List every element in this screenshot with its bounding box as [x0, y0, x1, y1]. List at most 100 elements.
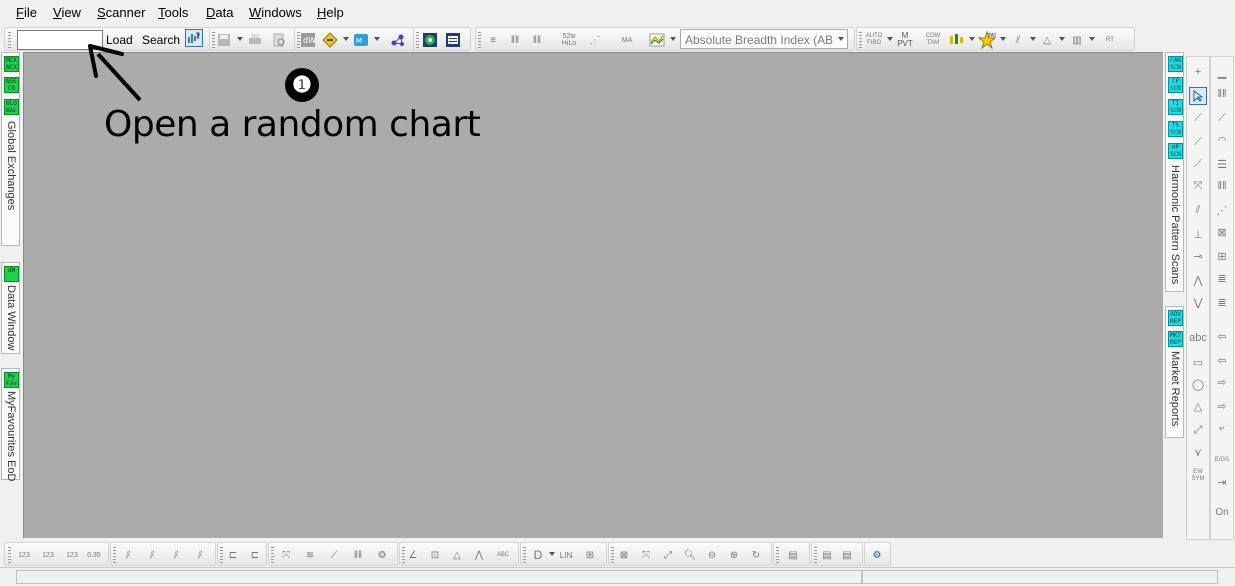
fan-icon[interactable]: ⋀	[1189, 271, 1207, 289]
toolbar-grip[interactable]	[8, 32, 11, 48]
data-window-icon[interactable]: dW	[299, 31, 317, 49]
channel-d-icon[interactable]: ⫽	[191, 546, 209, 564]
refresh-icon[interactable]: ↻	[747, 546, 765, 564]
channel-icon[interactable]: ⫽	[1009, 31, 1027, 49]
fan-2-icon[interactable]: ⋁	[1189, 293, 1207, 311]
wave-123-a-icon[interactable]: 123	[15, 546, 33, 564]
grid-toggle-icon[interactable]: ⊞	[581, 546, 599, 564]
grid-icon[interactable]: ⊞	[1213, 247, 1231, 265]
ratio-035-icon[interactable]: 0.35	[85, 546, 103, 564]
ts-scn-button[interactable]: TS SCN	[1168, 121, 1183, 137]
nse-cd-button[interactable]: NSE CD	[4, 77, 19, 93]
arrow-right-2-icon[interactable]: ⇨	[1213, 397, 1231, 415]
expand-icon[interactable]: ⤧	[637, 546, 655, 564]
curved-lines-icon[interactable]: ≋	[301, 546, 319, 564]
adv-rep-button[interactable]: ADV REP	[1168, 310, 1183, 326]
on-toggle[interactable]: On	[1213, 503, 1231, 521]
diamond-icon[interactable]	[321, 31, 339, 49]
expand-diagonal-icon[interactable]: ⤢	[659, 546, 677, 564]
print-preview-icon[interactable]	[270, 31, 288, 49]
abc-pattern-icon[interactable]: ABC	[494, 546, 512, 564]
cross-lines-icon[interactable]: ⤧	[277, 546, 295, 564]
gann-fan-icon[interactable]: ⋰	[1213, 201, 1231, 219]
menu-file[interactable]: File	[16, 5, 37, 20]
market-reports-tab[interactable]: ADV REP MKT REP Market Reports	[1165, 306, 1184, 438]
triangle-pattern-icon[interactable]: △	[448, 546, 466, 564]
tas-star-icon[interactable]: TAS	[978, 31, 996, 49]
zigzag-icon[interactable]: ⋀	[470, 546, 488, 564]
vertical-line-icon[interactable]: ⊥	[1189, 225, 1207, 243]
fib-levels-icon[interactable]: ☰	[1213, 155, 1231, 173]
price-line-icon[interactable]: ⊏	[246, 546, 264, 564]
export-icon[interactable]: ▤	[838, 546, 856, 564]
channel-b-icon[interactable]: ⫽	[143, 546, 161, 564]
arrow-diagonal-icon[interactable]: ⤢	[1189, 421, 1207, 439]
arrow-left-icon[interactable]: ⇦	[1213, 351, 1231, 369]
lin-scale-icon[interactable]: LIN	[557, 546, 575, 564]
slope-lines-icon[interactable]: ⟋	[325, 546, 343, 564]
horizontal-segment-icon[interactable]: ⊸	[1189, 247, 1207, 265]
wave-123-b-icon[interactable]: 123	[39, 546, 57, 564]
angle-icon[interactable]: ∠	[404, 546, 422, 564]
trend-bars-icon[interactable]: ⋰	[586, 31, 604, 49]
channel-c-icon[interactable]: ⫽	[167, 546, 185, 564]
clipboard-icon[interactable]: ▤	[784, 546, 802, 564]
resize-grip[interactable]	[1218, 570, 1234, 584]
ma-icon[interactable]: MA	[618, 31, 636, 49]
text-tool-icon[interactable]: abc	[1189, 329, 1207, 347]
menu-help[interactable]: Help	[317, 5, 344, 20]
my-favourites-tab[interactable]: My Fav MyFavourites EoD	[1, 368, 20, 481]
levels-2-icon[interactable]: ≣	[1213, 293, 1231, 311]
settings-icon[interactable]: ⚙	[868, 546, 886, 564]
wave-icon[interactable]: ⋎	[1189, 443, 1207, 461]
indicator-icon[interactable]	[648, 31, 666, 49]
note-icon[interactable]: ⊡	[426, 546, 444, 564]
speed-lines-icon[interactable]: ⟋	[1213, 109, 1231, 127]
52w-hilo-icon[interactable]: 52w HiLo	[558, 31, 580, 49]
candles-icon[interactable]	[947, 31, 965, 49]
channel-a-icon[interactable]: ⫽	[119, 546, 137, 564]
print-icon[interactable]	[246, 31, 264, 49]
channel-sl-icon[interactable]: ⫽	[1189, 201, 1207, 219]
histogram-icon[interactable]: ▥	[1068, 31, 1086, 49]
triangle-icon[interactable]: △	[1189, 397, 1207, 415]
my-fav-button[interactable]: My Fav	[4, 372, 19, 388]
cross-lines-icon[interactable]: ⤧	[1189, 177, 1207, 195]
trendline-sl-icon[interactable]: ⟋	[1189, 133, 1207, 151]
fit-icon[interactable]: ⊠	[615, 546, 633, 564]
my-chart-icon[interactable]: M	[352, 31, 370, 49]
pointer-icon[interactable]	[1189, 87, 1207, 105]
mcx-ncx-button[interactable]: MCX NCX	[4, 56, 19, 72]
can-scn-button[interactable]: CAN SCN	[1168, 56, 1183, 72]
indicator-select[interactable]: Absolute Breadth Index (ABI	[680, 29, 848, 49]
ellipse-icon[interactable]: ◯	[1189, 375, 1207, 393]
auto-fibo-icon[interactable]: AUTO FIBO	[864, 31, 884, 49]
rt-icon[interactable]: RT	[1101, 31, 1119, 49]
chart-mode-icon[interactable]	[185, 29, 203, 47]
horizontal-line-icon[interactable]: ▁	[1213, 63, 1231, 81]
menu-data[interactable]: Data	[206, 5, 233, 20]
menu-windows[interactable]: Windows	[249, 5, 302, 20]
d-icon[interactable]: D	[529, 546, 547, 564]
trendline-icon[interactable]: ⟋	[1189, 109, 1207, 127]
import-icon[interactable]: ▤	[818, 546, 836, 564]
vertical-lines-icon[interactable]: ‖‖	[349, 546, 367, 564]
harmonic-pattern-scans-tab[interactable]: CAN SCN CP SCN TI SCN TS SCN HP SCN Harm…	[1165, 52, 1184, 292]
cp-scn-button[interactable]: CP SCN	[1168, 77, 1183, 93]
menu-view[interactable]: View	[53, 5, 81, 20]
wave-123-c-icon[interactable]: 123	[63, 546, 81, 564]
price-label-icon[interactable]: ⊏	[224, 546, 242, 564]
zoom-out-icon[interactable]: ⊖	[703, 546, 721, 564]
layout-icon[interactable]	[444, 31, 462, 49]
arcs-icon[interactable]: ◠	[1213, 131, 1231, 149]
levels-icon[interactable]: ≣	[1213, 269, 1231, 287]
menu-tools[interactable]: Tools	[158, 5, 188, 20]
overlay-icon[interactable]: ≡	[484, 31, 502, 49]
zoom-icon[interactable]: 🔍︎	[681, 546, 699, 564]
hp-scn-button[interactable]: HP SCN	[1168, 143, 1183, 159]
rectangle-icon[interactable]: ▭	[1189, 353, 1207, 371]
arrow-right-icon[interactable]: ⇨	[1213, 373, 1231, 391]
trendline-sl-2-icon[interactable]: ⟋	[1189, 155, 1207, 173]
global-button[interactable]: GLO BAL	[4, 99, 19, 115]
save-icon[interactable]	[215, 31, 233, 49]
